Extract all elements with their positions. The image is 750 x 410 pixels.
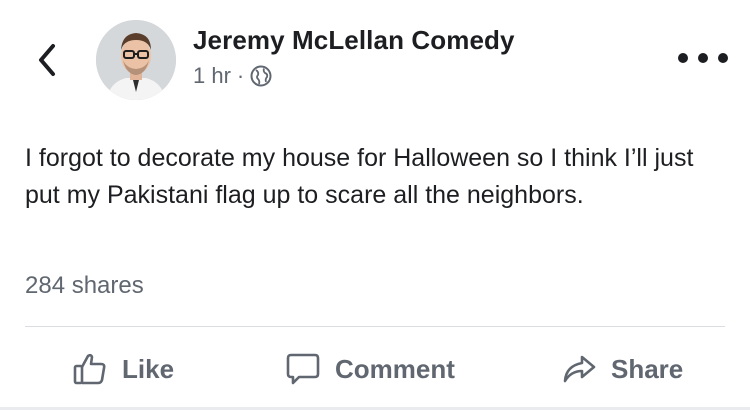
page-name[interactable]: Jeremy McLellan Comedy (193, 25, 515, 56)
like-label: Like (122, 353, 175, 384)
avatar[interactable] (96, 20, 176, 100)
action-bar: Like Comment Share (0, 344, 750, 394)
share-arrow-icon (563, 355, 596, 383)
more-options-button[interactable] (678, 46, 728, 70)
share-button[interactable]: Share (561, 344, 683, 394)
post-timestamp[interactable]: 1 hr (193, 63, 231, 89)
speech-bubble-icon (286, 353, 320, 385)
thumbs-up-icon (73, 353, 106, 385)
post-text: I forgot to decorate my house for Hallow… (25, 144, 694, 209)
profile-photo (96, 20, 176, 100)
post-card: Jeremy McLellan Comedy 1 hr · I forgot t… (0, 0, 750, 410)
more-horizontal-icon (698, 53, 708, 63)
chevron-left-icon (39, 44, 55, 76)
comment-button[interactable]: Comment (285, 344, 455, 394)
globe-icon (250, 65, 272, 87)
back-button[interactable] (30, 40, 64, 80)
more-horizontal-icon (678, 53, 688, 63)
share-label: Share (611, 353, 684, 384)
like-button[interactable]: Like (72, 344, 174, 394)
more-horizontal-icon (718, 53, 728, 63)
divider (25, 326, 725, 327)
comment-label: Comment (335, 353, 455, 384)
meta-separator: · (236, 63, 245, 88)
shares-count[interactable]: 284 shares (25, 272, 144, 300)
post-meta: 1 hr · (193, 63, 272, 89)
